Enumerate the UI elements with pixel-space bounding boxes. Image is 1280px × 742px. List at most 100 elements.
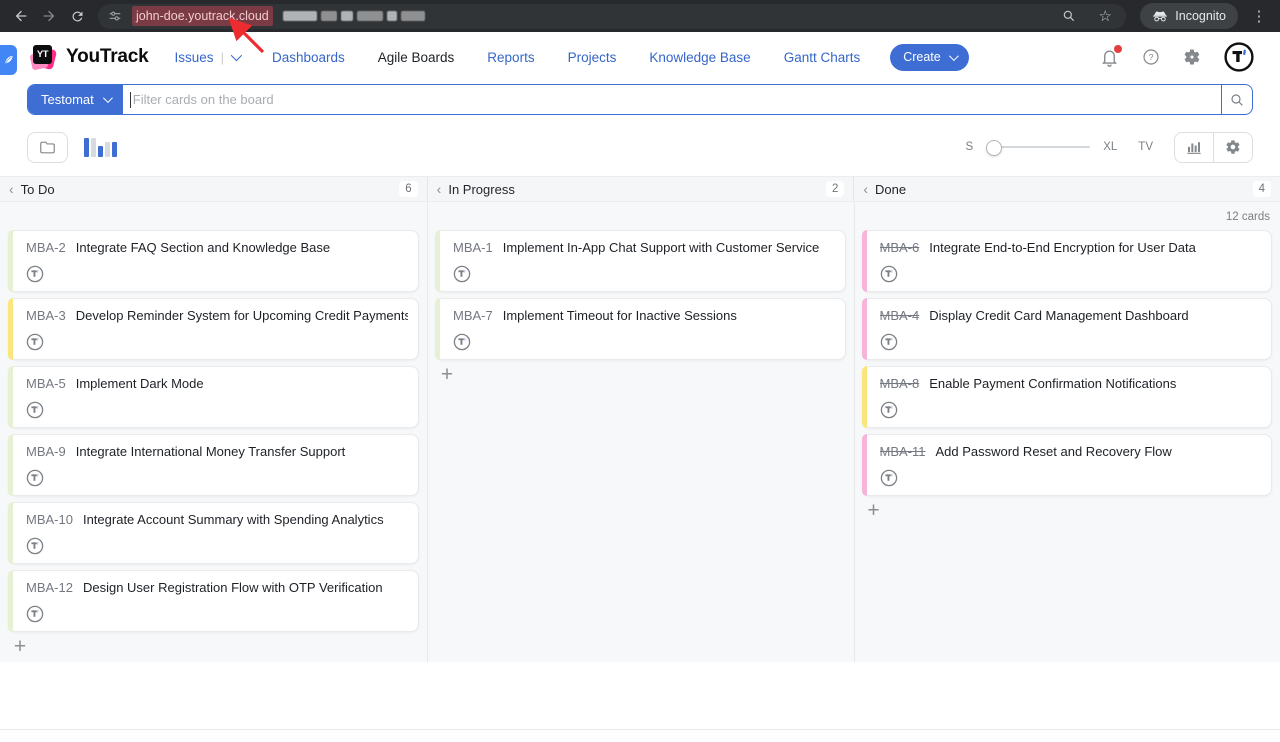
filter-cards-input[interactable]: Filter cards on the board [123, 85, 1221, 114]
card-title: Display Credit Card Management Dashboard [929, 308, 1188, 323]
card-id[interactable]: MBA-11 [880, 444, 926, 459]
column-header-in-progress[interactable]: ‹In Progress2 [427, 177, 854, 201]
issue-card-mba-4[interactable]: MBA-4 Display Credit Card Management Dash… [862, 298, 1273, 360]
chart-view-toggle-icon[interactable] [84, 137, 117, 157]
slider-knob[interactable] [986, 140, 1002, 156]
issue-card-mba-12[interactable]: MBA-12Design User Registration Flow with… [8, 570, 419, 632]
card-id[interactable]: MBA-9 [26, 444, 66, 459]
chevron-down-icon[interactable] [231, 50, 242, 61]
nav-item-agile-boards[interactable]: Agile Boards [378, 50, 455, 65]
add-card-button[interactable]: + [437, 366, 457, 384]
card-id[interactable]: MBA-2 [26, 240, 66, 255]
youtrack-logo-icon[interactable]: YT [30, 44, 57, 71]
create-button[interactable]: Create [890, 44, 969, 71]
issue-card-mba-10[interactable]: MBA-10Integrate Account Summary with Spe… [8, 502, 419, 564]
nav-item-knowledge-base[interactable]: Knowledge Base [649, 50, 750, 65]
board-settings-button[interactable] [1213, 133, 1252, 162]
bookmark-star-icon[interactable]: ☆ [1092, 3, 1118, 29]
assignee-avatar[interactable] [26, 333, 44, 351]
browser-forward-icon[interactable] [36, 3, 62, 29]
card-id[interactable]: MBA-7 [453, 308, 493, 323]
nav-group-agile-boards: Agile Boards [378, 50, 455, 65]
browser-reload-icon[interactable] [64, 3, 90, 29]
column-to-do: MBA-2 Integrate FAQ Section and Knowledge… [0, 202, 427, 662]
assignee-avatar[interactable] [880, 333, 898, 351]
board-chart-button[interactable] [1175, 133, 1213, 162]
text-caret [130, 92, 131, 108]
issue-card-mba-1[interactable]: MBA-1Implement In-App Chat Support with … [435, 230, 846, 292]
assignee-avatar[interactable] [26, 605, 44, 623]
browser-back-icon[interactable] [8, 3, 34, 29]
issue-card-mba-2[interactable]: MBA-2 Integrate FAQ Section and Knowledge… [8, 230, 419, 292]
nav-group-knowledge-base: Knowledge Base [649, 50, 750, 65]
nav-item-dashboards[interactable]: Dashboards [272, 50, 345, 65]
assignee-avatar[interactable] [453, 333, 471, 351]
backlog-panel-button[interactable] [27, 132, 68, 163]
folder-icon [39, 140, 56, 155]
card-color-stripe [435, 230, 440, 292]
side-search-icon[interactable] [1056, 3, 1082, 29]
filter-search-button[interactable] [1221, 85, 1252, 114]
settings-gear-icon[interactable] [1183, 48, 1201, 66]
issue-card-mba-8[interactable]: MBA-8Enable Payment Confirmation Notific… [862, 366, 1273, 428]
assignee-avatar[interactable] [880, 265, 898, 283]
issue-card-mba-11[interactable]: MBA-11 Add Password Reset and Recovery Fl… [862, 434, 1273, 496]
assignee-avatar[interactable] [26, 265, 44, 283]
column-header-to-do[interactable]: ‹To Do6 [0, 177, 427, 201]
add-card-button[interactable]: + [864, 502, 884, 520]
assignee-avatar-icon [880, 469, 898, 487]
card-color-stripe [862, 434, 867, 496]
board-selector-button[interactable]: Testomat [28, 85, 123, 114]
address-bar[interactable]: john-doe.youtrack.cloud ☆ [98, 4, 1126, 29]
assignee-avatar[interactable] [26, 469, 44, 487]
collapse-column-icon[interactable]: ‹ [9, 182, 14, 196]
assignee-avatar[interactable] [26, 401, 44, 419]
user-avatar[interactable] [1224, 42, 1254, 72]
board-view-controls: S XL TV [27, 132, 1253, 162]
assignee-avatar-icon [26, 401, 44, 419]
card-id[interactable]: MBA-8 [880, 376, 920, 391]
card-id[interactable]: MBA-12 [26, 580, 73, 595]
add-card-button[interactable]: + [10, 638, 30, 656]
assignee-avatar[interactable] [26, 537, 44, 555]
issue-card-mba-7[interactable]: MBA-7Implement Timeout for Inactive Sess… [435, 298, 846, 360]
nav-item-gantt-charts[interactable]: Gantt Charts [784, 50, 861, 65]
product-name[interactable]: YouTrack [66, 46, 149, 68]
card-id[interactable]: MBA-6 [880, 240, 920, 255]
card-id[interactable]: MBA-10 [26, 512, 73, 527]
assignee-avatar[interactable] [880, 401, 898, 419]
nav-group-gantt-charts: Gantt Charts [784, 50, 861, 65]
card-title: Integrate FAQ Section and Knowledge Base [76, 240, 330, 255]
collapse-column-icon[interactable]: ‹ [437, 182, 442, 196]
issue-card-mba-5[interactable]: MBA-5Implement Dark Mode [8, 366, 419, 428]
issue-card-mba-6[interactable]: MBA-6Integrate End-to-End Encryption for… [862, 230, 1273, 292]
assignee-avatar-icon [453, 265, 471, 283]
assignee-avatar[interactable] [453, 265, 471, 283]
chevron-down-icon [949, 51, 959, 61]
nav-item-projects[interactable]: Projects [568, 50, 617, 65]
notifications-bell-icon[interactable] [1100, 48, 1119, 67]
card-size-slider[interactable] [986, 140, 1090, 154]
site-settings-icon[interactable] [106, 3, 124, 29]
card-id[interactable]: MBA-4 [880, 308, 920, 323]
help-icon[interactable]: ? [1142, 48, 1160, 66]
column-title: In Progress [448, 182, 514, 197]
nav-item-reports[interactable]: Reports [487, 50, 534, 65]
card-color-stripe [8, 434, 13, 496]
issue-card-mba-3[interactable]: MBA-3Develop Reminder System for Upcomin… [8, 298, 419, 360]
tv-mode-button[interactable]: TV [1138, 141, 1153, 153]
assignee-avatar[interactable] [880, 469, 898, 487]
card-id[interactable]: MBA-3 [26, 308, 66, 323]
card-id[interactable]: MBA-1 [453, 240, 493, 255]
browser-extension-tab[interactable] [0, 45, 17, 75]
issue-card-mba-9[interactable]: MBA-9Integrate International Money Trans… [8, 434, 419, 496]
card-color-stripe [862, 230, 867, 292]
column-header-done[interactable]: ‹Done4 [853, 177, 1280, 201]
collapse-column-icon[interactable]: ‹ [863, 182, 868, 196]
url-text[interactable]: john-doe.youtrack.cloud [132, 6, 273, 26]
incognito-badge: Incognito [1140, 3, 1238, 29]
browser-menu-icon[interactable]: ⋮ [1246, 3, 1272, 29]
card-title: Add Password Reset and Recovery Flow [936, 444, 1172, 459]
nav-item-issues[interactable]: Issues [175, 50, 214, 65]
card-id[interactable]: MBA-5 [26, 376, 66, 391]
